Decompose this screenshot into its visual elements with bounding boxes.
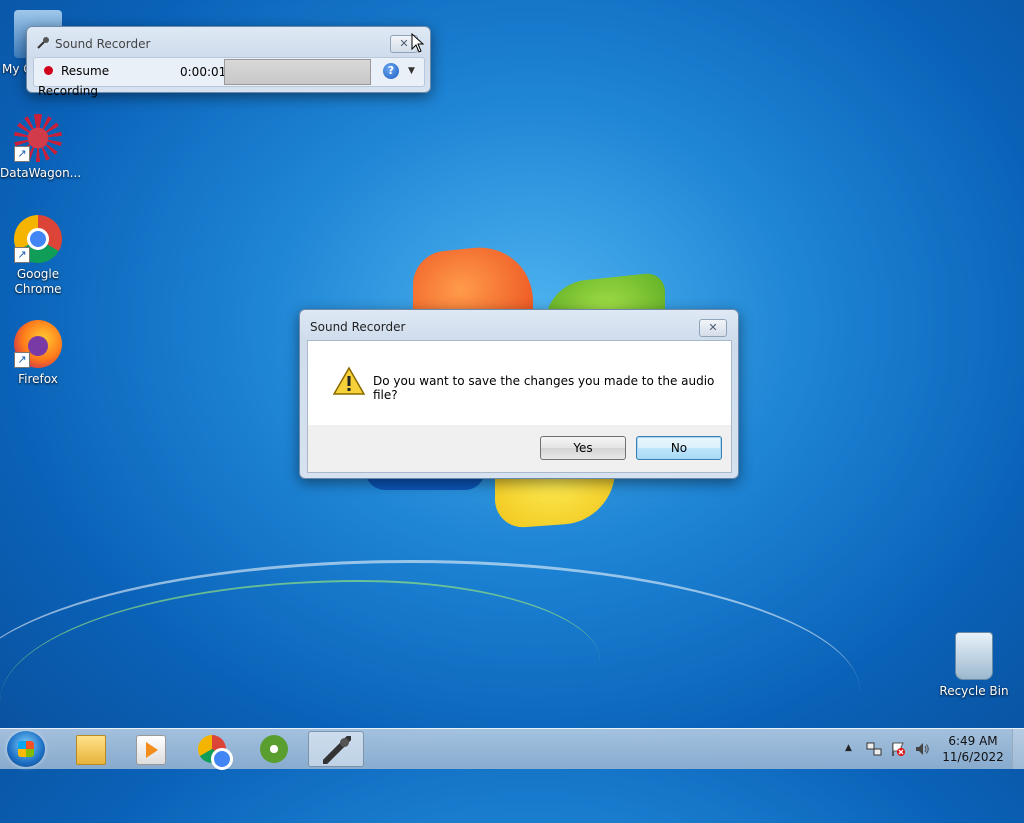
dialog-close-button[interactable]: ✕ (699, 319, 727, 337)
media-player-icon (136, 735, 166, 765)
speaker-volume-icon[interactable] (914, 741, 930, 757)
taskbar-google-chrome[interactable] (184, 731, 240, 770)
windows-icon (260, 735, 288, 763)
recorder-toolbar: Resume Recording 0:00:01 ? ▼ (33, 57, 425, 98)
shortcut-arrow-icon: ↗ (14, 146, 30, 162)
start-button[interactable] (7, 731, 45, 767)
desktop-icon-recycle-bin[interactable]: Recycle Bin (936, 632, 1012, 699)
close-icon: ✕ (708, 321, 718, 334)
no-button[interactable]: No (636, 436, 722, 460)
sound-recorder-window: Sound Recorder ✕ Resume Recording 0:00:0… (26, 26, 431, 98)
shortcut-arrow-icon: ↗ (14, 247, 30, 263)
shortcut-arrow-icon: ↗ (14, 352, 30, 368)
elapsed-time: 0:00:01 (180, 65, 227, 79)
system-clock[interactable]: 6:49 AM 11/6/2022 (940, 733, 1006, 765)
taskbar-windows-update[interactable] (246, 731, 302, 767)
desktop-icon-google-chrome[interactable]: ↗ Google Chrome (0, 215, 76, 297)
show-hidden-icons-arrow[interactable]: ▲ (845, 743, 852, 753)
clock-date: 11/6/2022 (942, 750, 1004, 764)
chrome-icon: ↗ (14, 215, 62, 263)
window-title: Sound Recorder (55, 37, 151, 51)
firefox-icon: ↗ (14, 320, 62, 368)
warning-icon (333, 366, 365, 395)
dialog-message-area: Do you want to save the changes you made… (308, 341, 731, 425)
show-desktop-button[interactable] (1012, 729, 1024, 769)
microphone-icon (323, 736, 351, 764)
taskbar: ▲ 6:49 AM 11/6/2022 (0, 728, 1024, 770)
folder-icon (76, 735, 106, 765)
datawagon-icon: ↗ (14, 114, 62, 162)
dialog-title: Sound Recorder (310, 320, 406, 334)
taskbar-file-explorer[interactable] (62, 731, 118, 767)
mouse-cursor-icon (411, 33, 425, 53)
action-center-flag-icon[interactable] (890, 741, 906, 757)
taskbar-windows-media-player[interactable] (122, 731, 178, 767)
resume-recording-button[interactable]: Resume Recording (38, 61, 166, 98)
dialog-message: Do you want to save the changes you made… (373, 374, 715, 402)
taskbar-sound-recorder[interactable] (308, 731, 364, 767)
microphone-icon (37, 37, 49, 49)
yes-button[interactable]: Yes (540, 436, 626, 460)
recycle-bin-icon (955, 632, 993, 680)
chevron-down-icon[interactable]: ▼ (408, 63, 415, 79)
level-meter (224, 59, 371, 85)
clock-time: 6:49 AM (948, 734, 998, 748)
desktop-icon-firefox[interactable]: ↗ Firefox (0, 320, 76, 387)
save-changes-dialog: Sound Recorder ✕ Do you want to save the… (299, 309, 739, 479)
help-icon[interactable]: ? (383, 63, 399, 79)
close-icon: ✕ (399, 37, 409, 50)
dialog-body: Do you want to save the changes you made… (307, 340, 732, 473)
record-dot-icon (44, 66, 53, 75)
chrome-icon (198, 735, 233, 770)
network-icon[interactable] (866, 741, 882, 757)
desktop-icon-datawagon[interactable]: ↗ DataWagon... (0, 114, 81, 181)
